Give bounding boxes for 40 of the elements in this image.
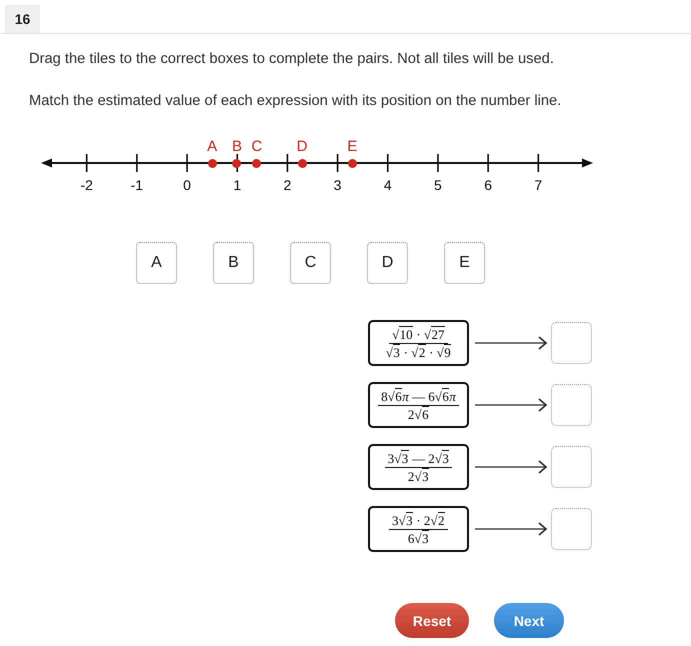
answer-tile[interactable]: D (367, 242, 408, 284)
instruction-text: Match the estimated value of each expression with its position on the number line. (28, 92, 562, 111)
answer-tile[interactable]: B (213, 242, 254, 284)
tick-label: 3 (334, 177, 342, 193)
denominator: √3 · √2 · √9 (384, 344, 452, 360)
point-label: A (207, 138, 218, 155)
tick-label: 6 (484, 177, 492, 193)
numerator: 3√3 · 2√2 (388, 512, 448, 530)
tick-label: 1 (233, 177, 242, 193)
numerator: 8√6π — 6√6π (378, 388, 459, 406)
answer-slot[interactable] (551, 508, 592, 550)
point-label: C (251, 138, 262, 155)
question-number: 16 (5, 5, 40, 33)
tick-label: 5 (434, 177, 442, 193)
answer-slot[interactable] (551, 446, 592, 488)
tick-label: 7 (534, 177, 542, 193)
tick-label: -2 (80, 177, 93, 193)
instruction-text: Drag the tiles to the correct boxes to complete the pairs. Not all tiles will be used. (28, 50, 555, 69)
right-arrow (475, 398, 547, 412)
answer-slot[interactable] (551, 322, 592, 364)
answer-tile[interactable]: E (444, 242, 485, 284)
tick-label: 4 (384, 177, 392, 193)
right-arrow (475, 522, 547, 536)
numerator: √10 · √27 (388, 326, 448, 344)
right-arrow (475, 336, 547, 350)
point-label: E (347, 138, 358, 155)
point-label: B (232, 138, 242, 155)
answer-tile[interactable]: C (290, 242, 331, 284)
tick-label: 2 (284, 177, 292, 193)
answer-slot[interactable] (551, 384, 592, 426)
tick-label: 0 (183, 177, 191, 193)
answer-tile[interactable]: A (136, 242, 177, 284)
denominator: 6√3 (406, 530, 430, 546)
reset-button[interactable]: Reset (395, 603, 469, 638)
denominator: 2√3 (406, 468, 430, 484)
denominator: 2√6 (406, 406, 430, 422)
numerator: 3√3 — 2√3 (384, 450, 452, 468)
tick-label: -1 (130, 177, 144, 193)
point-label: D (296, 138, 308, 155)
right-arrow (475, 460, 547, 474)
